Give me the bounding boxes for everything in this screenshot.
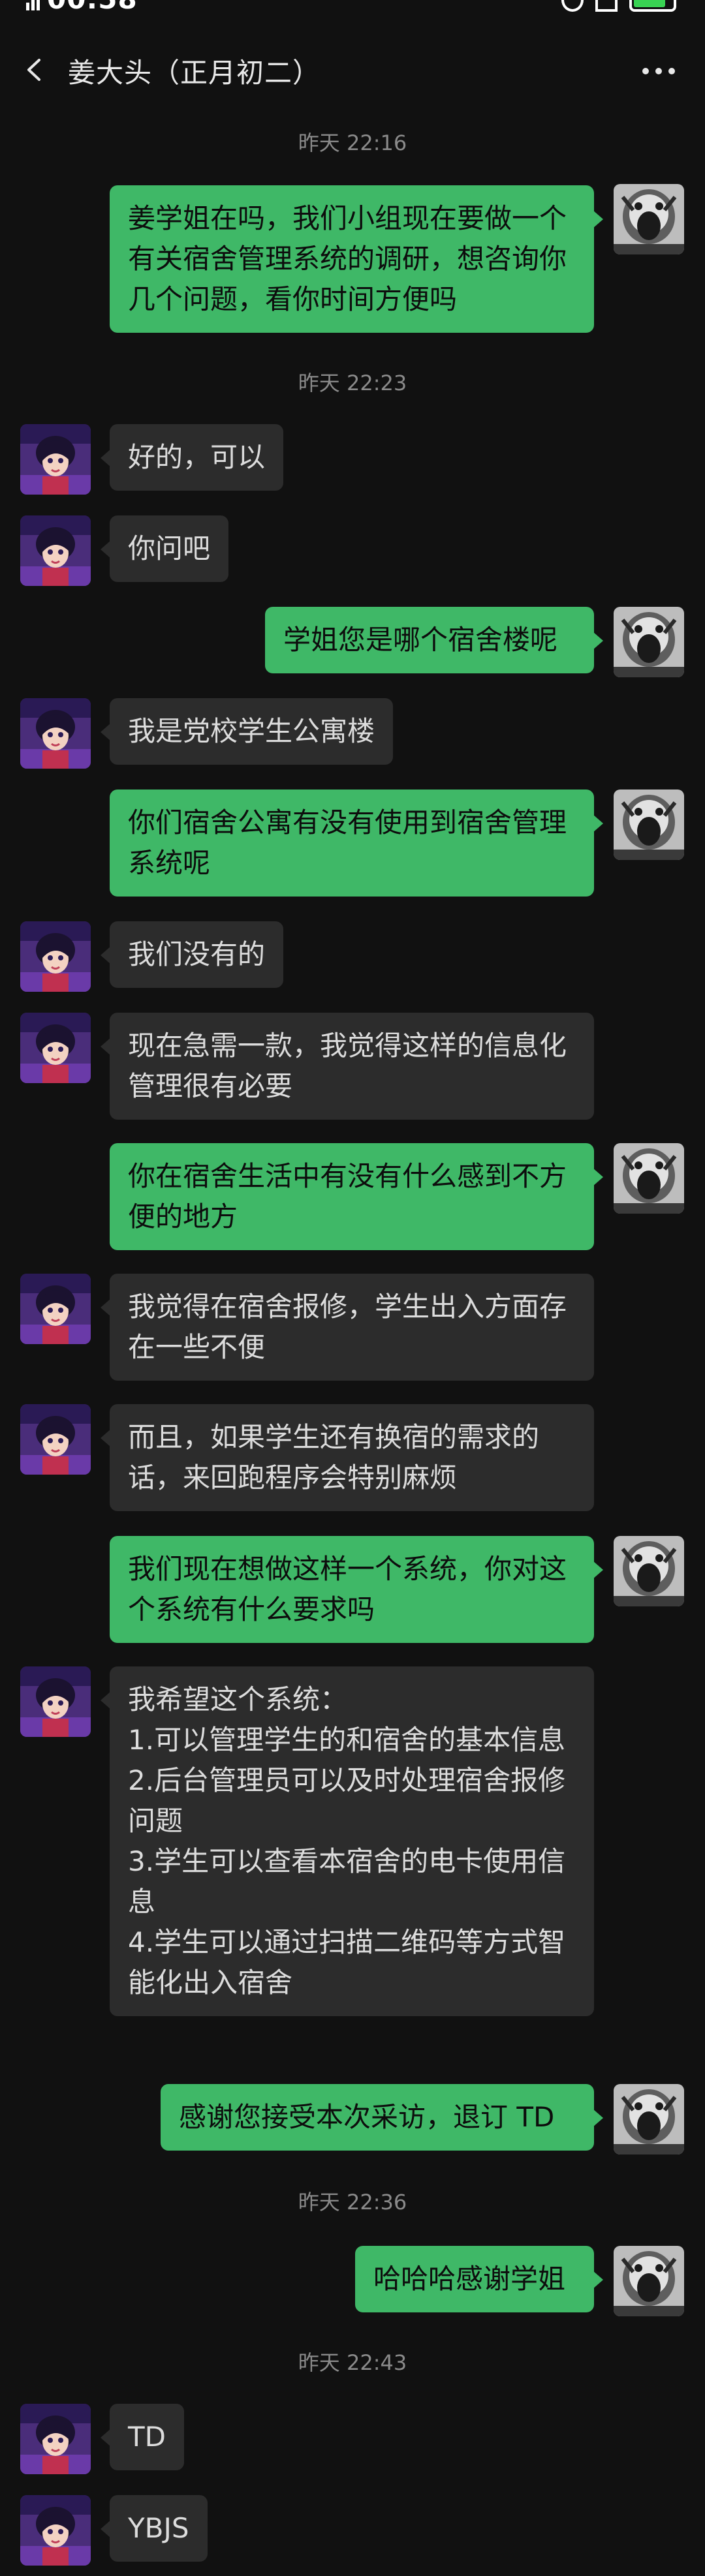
my-avatar[interactable] — [614, 2246, 684, 2316]
chat-title: 姜大头（正月初二） — [68, 57, 321, 89]
timestamp: 昨天 22:16 — [298, 130, 407, 155]
message-bubble-received[interactable]: 我是党校学生公寓楼 — [100, 698, 394, 765]
contact-avatar[interactable] — [20, 1274, 91, 1344]
contact-avatar[interactable] — [20, 1666, 91, 1737]
more-dots-icon[interactable] — [642, 68, 675, 74]
contact-avatar[interactable] — [20, 698, 91, 769]
message-bubble-sent[interactable]: 我们现在想做这样一个系统，你对这个系统有什么要求吗 — [110, 1536, 603, 1643]
status-bar: 00:58 — [0, 0, 705, 14]
message-bubble-sent[interactable]: 学姐您是哪个宿舍楼呢 — [265, 607, 603, 673]
my-avatar[interactable] — [614, 1536, 684, 1606]
chat-header: 姜大头（正月初二） — [0, 31, 705, 110]
my-avatar[interactable] — [614, 607, 684, 677]
message-bubble-received[interactable]: 我希望这个系统： 1.可以管理学生的和宿舍的基本信息 2.后台管理员可以及时处理… — [101, 1666, 594, 2016]
contact-avatar[interactable] — [20, 1404, 91, 1475]
contact-avatar[interactable] — [20, 2404, 91, 2474]
chevron-left-icon[interactable] — [24, 59, 46, 81]
timestamp: 昨天 22:43 — [298, 2350, 407, 2375]
status-icons — [561, 0, 676, 12]
contact-avatar[interactable] — [20, 1013, 91, 1083]
message-bubble-sent[interactable]: 姜学姐在吗，我们小组现在要做一个有关宿舍管理系统的调研，想咨询你几个问题，看你时… — [110, 185, 603, 333]
my-avatar[interactable] — [614, 184, 684, 254]
message-bubble-sent[interactable]: 你们宿舍公寓有没有使用到宿舍管理系统呢 — [110, 790, 603, 897]
message-bubble-received[interactable]: 你问吧 — [100, 515, 229, 582]
status-time: 00:58 — [47, 0, 138, 14]
message-bubble-received[interactable]: 我们没有的 — [100, 921, 284, 988]
message-bubble-sent[interactable]: 感谢您接受本次采访，退订 TD — [161, 2084, 603, 2151]
message-bubble-received[interactable]: 现在急需一款，我觉得这样的信息化管理很有必要 — [101, 1013, 594, 1120]
message-bubble-received[interactable]: YBJS — [101, 2495, 208, 2562]
contact-avatar[interactable] — [20, 2495, 91, 2566]
message-bubble-received[interactable]: 好的，可以 — [100, 424, 284, 491]
contact-avatar[interactable] — [20, 424, 91, 495]
timestamp: 昨天 22:36 — [298, 2190, 407, 2215]
timestamp: 昨天 22:23 — [298, 371, 407, 395]
contact-avatar[interactable] — [20, 515, 91, 586]
message-bubble-sent[interactable]: 你在宿舍生活中有没有什么感到不方便的地方 — [110, 1143, 603, 1250]
my-avatar[interactable] — [614, 2084, 684, 2154]
message-bubble-received[interactable]: 而且，如果学生还有换宿的需求的话，来回跑程序会特别麻烦 — [101, 1404, 594, 1511]
message-bubble-received[interactable]: TD — [101, 2404, 184, 2470]
message-bubble-sent[interactable]: 哈哈哈感谢学姐 — [355, 2246, 603, 2312]
wifi-icon — [595, 0, 618, 12]
message-bubble-received[interactable]: 我觉得在宿舍报修，学生出入方面存在一些不便 — [101, 1274, 594, 1381]
my-avatar[interactable] — [614, 1143, 684, 1214]
battery-icon — [629, 0, 676, 12]
contact-avatar[interactable] — [20, 921, 91, 992]
my-avatar[interactable] — [614, 790, 684, 860]
signal-icon — [26, 0, 43, 10]
alarm-icon — [561, 0, 584, 12]
